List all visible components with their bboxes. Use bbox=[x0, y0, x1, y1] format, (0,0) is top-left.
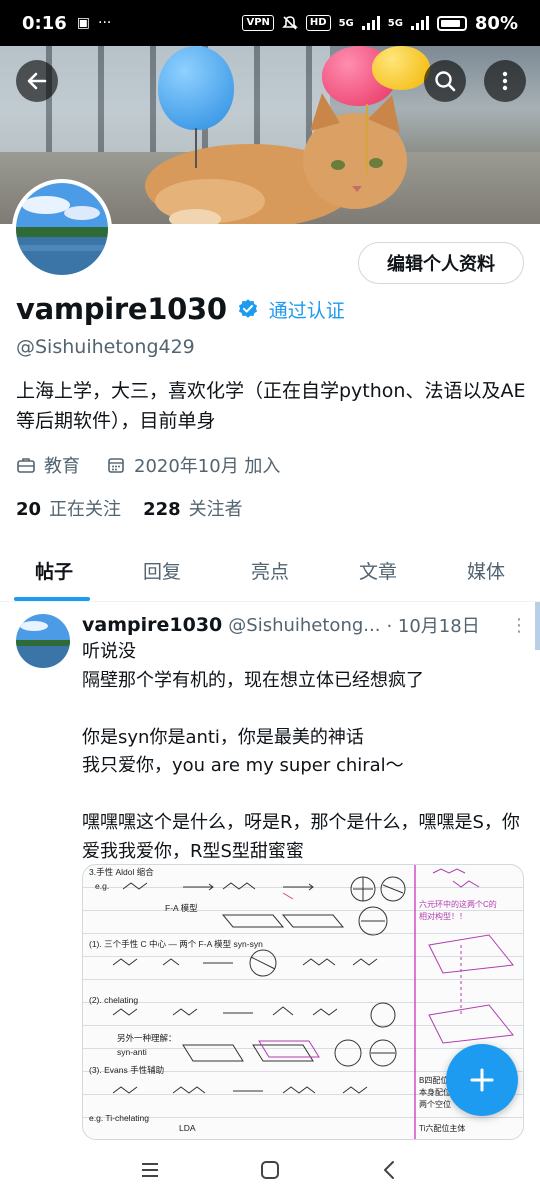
notes-line-2: F-A 模型 bbox=[165, 903, 198, 913]
balloon-string bbox=[195, 128, 197, 168]
side-note-4: 两个空位 bbox=[419, 1099, 451, 1109]
edit-profile-button[interactable]: 编辑个人资料 bbox=[358, 242, 524, 284]
signal1-icon bbox=[361, 16, 380, 30]
side-note-5: Ti六配位主体 bbox=[419, 1123, 465, 1133]
more-notifications-icon: ··· bbox=[98, 15, 112, 31]
post-more-icon[interactable]: ⋮ bbox=[510, 615, 528, 636]
side-note-0: 六元环中的这两个C的 bbox=[419, 899, 497, 909]
post-author-name[interactable]: vampire1030 bbox=[82, 614, 222, 636]
notes-line-0: 3.手性 Aldol 缩合 bbox=[89, 867, 154, 877]
notes-line-8: e.g. Ti-chelating bbox=[89, 1113, 149, 1123]
profile-tabs: 帖子 回复 亮点 文章 媒体 bbox=[0, 540, 540, 602]
arrow-left-icon bbox=[27, 72, 47, 90]
notes-line-7: (3). Evans 手性辅助 bbox=[89, 1065, 164, 1075]
notes-line-5: 另外一种理解： bbox=[117, 1033, 177, 1043]
net2-label: 5G bbox=[387, 17, 403, 29]
home-icon[interactable] bbox=[259, 1159, 281, 1181]
recent-apps-icon[interactable] bbox=[139, 1159, 161, 1181]
briefcase-icon bbox=[17, 458, 35, 473]
more-vertical-icon bbox=[502, 71, 508, 91]
following-count: 20 bbox=[16, 499, 42, 520]
balloon-string-2 bbox=[366, 104, 368, 174]
get-verified-link[interactable]: 通过认证 bbox=[269, 296, 345, 323]
join-date: 2020年10月 加入 bbox=[134, 456, 281, 477]
post-author-handle[interactable]: @Sishuihetong... bbox=[228, 615, 380, 636]
notes-line-9: LDA bbox=[179, 1123, 196, 1133]
followers-label: 关注者 bbox=[188, 499, 243, 520]
scrollbar-thumb[interactable] bbox=[535, 602, 540, 650]
back-nav-icon[interactable] bbox=[379, 1159, 401, 1181]
compose-post-button[interactable] bbox=[446, 1044, 518, 1116]
blue-balloon bbox=[158, 46, 234, 130]
tab-replies[interactable]: 回复 bbox=[108, 540, 216, 601]
search-button[interactable] bbox=[424, 60, 466, 102]
post-text: 听说没 隔壁那个学有机的，现在想立体已经想疯了 你是syn你是anti，你是最美… bbox=[82, 641, 520, 862]
following-link[interactable]: 20 正在关注 bbox=[16, 495, 121, 521]
tab-articles[interactable]: 文章 bbox=[324, 540, 432, 601]
following-label: 正在关注 bbox=[49, 499, 122, 520]
status-notification-icons: ▣ ··· bbox=[77, 15, 112, 31]
display-name: vampire1030 bbox=[16, 292, 227, 326]
vpn-icon: VPN bbox=[242, 15, 274, 31]
lake-photo-small bbox=[16, 614, 70, 668]
system-nav-bar bbox=[0, 1140, 540, 1200]
profile-meta: 教育 2020年10月 加入 bbox=[16, 452, 280, 478]
calendar-icon bbox=[108, 458, 124, 473]
status-right-icons: VPN HD 5G 5G 80% bbox=[242, 13, 518, 34]
signal2-icon bbox=[410, 16, 429, 30]
back-button[interactable] bbox=[16, 60, 58, 102]
battery-icon bbox=[436, 15, 467, 31]
more-options-button[interactable] bbox=[484, 60, 526, 102]
post-date[interactable]: · 10月18日 bbox=[386, 612, 479, 638]
hd-icon: HD bbox=[305, 15, 331, 31]
followers-link[interactable]: 228 关注者 bbox=[143, 495, 243, 521]
tab-posts[interactable]: 帖子 bbox=[0, 540, 108, 601]
status-time: 0:16 bbox=[22, 12, 67, 34]
profile-category: 教育 bbox=[44, 456, 80, 477]
followers-count: 228 bbox=[143, 499, 181, 520]
notes-line-1: e.g. bbox=[95, 881, 109, 891]
mute-icon bbox=[281, 16, 298, 30]
status-bar: 0:16 ▣ ··· VPN HD 5G 5G 80% bbox=[0, 0, 540, 46]
yellow-balloon bbox=[372, 46, 430, 90]
side-note-1: 相对构型！！ bbox=[419, 911, 467, 921]
notes-line-3: (1). 三个手性 C 中心 — 两个 F-A 模型 syn-syn bbox=[89, 939, 263, 949]
notes-line-4: (2). chelating bbox=[89, 995, 138, 1005]
plus-icon bbox=[470, 1068, 494, 1092]
name-row: vampire1030 通过认证 bbox=[16, 292, 345, 326]
verified-badge-icon[interactable] bbox=[237, 298, 259, 320]
profile-avatar[interactable] bbox=[12, 179, 112, 279]
profile-bio: 上海上学，大三，喜欢化学（正在自学python、法语以及AE等后期软件），目前单… bbox=[16, 380, 526, 432]
lake-photo bbox=[16, 183, 108, 275]
user-handle: @Sishuihetong429 bbox=[16, 336, 195, 358]
tab-media[interactable]: 媒体 bbox=[432, 540, 540, 601]
notes-line-6: syn-anti bbox=[117, 1047, 147, 1057]
post-header: vampire1030 @Sishuihetong... · 10月18日 ⋮ bbox=[82, 612, 528, 638]
app-notification-icon: ▣ bbox=[76, 15, 91, 31]
post-author-avatar[interactable] bbox=[16, 614, 70, 668]
search-icon bbox=[435, 71, 456, 92]
follow-stats: 20 正在关注 228 关注者 bbox=[16, 495, 243, 521]
tab-highlights[interactable]: 亮点 bbox=[216, 540, 324, 601]
net1-label: 5G bbox=[338, 17, 354, 29]
battery-percent: 80% bbox=[474, 12, 518, 34]
